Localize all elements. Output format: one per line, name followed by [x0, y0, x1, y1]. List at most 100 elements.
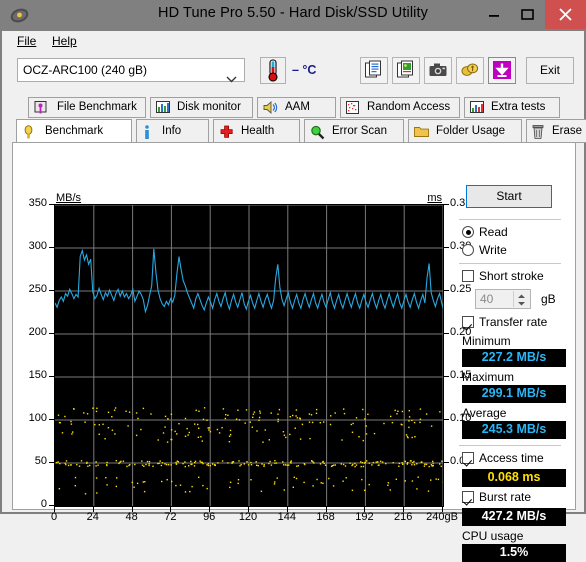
y-axis-tick: 50	[21, 455, 47, 467]
tab-aam[interactable]: AAM	[257, 97, 336, 118]
burst-rate-checkbox[interactable]: Burst rate	[462, 490, 531, 504]
y2-axis-tick-mark	[444, 290, 449, 291]
y-axis-tick: 200	[21, 326, 47, 338]
short-stroke-stepper[interactable]: 40	[475, 289, 531, 309]
access-time-checkbox[interactable]: Access time	[462, 451, 544, 465]
benchmark-icon	[22, 125, 35, 143]
burst-rate-label: Burst rate	[479, 490, 531, 504]
write-label: Write	[479, 243, 507, 257]
x-axis-tick: 168	[306, 511, 346, 523]
y-axis-tick: 300	[21, 240, 47, 252]
y-axis-unit: MB/s	[56, 192, 81, 204]
burst-rate-value: 427.2 MB/s	[462, 508, 566, 526]
cpu-usage-label: CPU usage	[462, 529, 523, 543]
radio-indicator	[462, 244, 474, 256]
tab-folder-usage[interactable]: Folder Usage	[408, 119, 522, 143]
random-access-icon	[346, 101, 359, 117]
tab-label: Erase	[552, 125, 582, 137]
drive-select-value: OCZ-ARC100 (240 gB)	[23, 63, 147, 77]
stepper-buttons[interactable]	[513, 291, 529, 307]
tab-label: Health	[241, 125, 274, 137]
chevron-down-icon	[226, 68, 237, 90]
x-axis-tick-mark	[132, 507, 133, 512]
y2-axis-tick-mark	[444, 462, 449, 463]
x-axis-tick: 120	[228, 511, 268, 523]
write-radio[interactable]: Write	[462, 243, 507, 257]
menu-help[interactable]: Help	[50, 34, 79, 48]
tab-strip: File Benchmark Disk monitor AAM Random A…	[12, 97, 576, 143]
save-icon[interactable]	[488, 57, 516, 84]
divider	[459, 445, 561, 446]
info-icon[interactable]	[456, 57, 484, 84]
y2-axis-tick-mark	[444, 204, 449, 205]
drive-select[interactable]: OCZ-ARC100 (240 gB)	[17, 58, 245, 82]
y-axis-tick-mark	[49, 290, 54, 291]
start-button[interactable]: Start	[466, 185, 552, 208]
x-axis-tick-mark	[170, 507, 171, 512]
y-axis-tick-mark	[49, 505, 54, 506]
read-label: Read	[479, 225, 508, 239]
y2-axis-tick-mark	[444, 333, 449, 334]
y-axis-tick: 0	[21, 498, 47, 510]
maximize-button[interactable]	[512, 0, 542, 29]
y-axis-tick: 250	[21, 283, 47, 295]
chart-canvas	[55, 205, 443, 506]
erase-icon	[532, 125, 544, 143]
x-axis-tick-mark	[209, 507, 210, 512]
y-axis-tick-mark	[49, 204, 54, 205]
tab-error-scan[interactable]: Error Scan	[304, 119, 404, 143]
cpu-usage-value: 1.5%	[462, 544, 566, 562]
y-axis-tick-mark	[49, 462, 54, 463]
benchmark-panel: MB/s ms 050100150200250300350 0.050.100.…	[12, 142, 576, 510]
close-button[interactable]	[545, 0, 586, 29]
x-axis-tick-mark	[287, 507, 288, 512]
maximum-label: Maximum	[462, 370, 514, 384]
checkbox-indicator	[462, 270, 474, 282]
y2-axis-tick-mark	[444, 376, 449, 377]
y2-axis-tick-mark	[444, 247, 449, 248]
x-axis-tick-mark	[248, 507, 249, 512]
screenshot-icon[interactable]	[424, 57, 452, 84]
copy-image-icon[interactable]	[392, 57, 420, 84]
short-stroke-checkbox[interactable]: Short stroke	[462, 269, 544, 283]
menu-file[interactable]: File	[15, 34, 38, 48]
short-stroke-unit: gB	[541, 292, 556, 306]
read-radio[interactable]: Read	[462, 225, 508, 239]
transfer-rate-checkbox[interactable]: Transfer rate	[462, 315, 547, 329]
x-axis-tick-mark	[93, 507, 94, 512]
tab-random-access[interactable]: Random Access	[340, 97, 460, 118]
average-label: Average	[462, 406, 506, 420]
file-benchmark-icon	[34, 101, 47, 118]
app-window: HD Tune Pro 5.50 - Hard Disk/SSD Utility…	[0, 0, 586, 514]
tab-extra-tests[interactable]: Extra tests	[464, 97, 560, 118]
tab-disk-monitor[interactable]: Disk monitor	[150, 97, 253, 118]
title-bar: HD Tune Pro 5.50 - Hard Disk/SSD Utility	[0, 0, 586, 31]
x-axis-tick: 96	[189, 511, 229, 523]
tab-label: Info	[162, 125, 181, 137]
transfer-rate-label: Transfer rate	[479, 315, 547, 329]
temperature-button[interactable]	[260, 57, 286, 84]
tab-file-benchmark[interactable]: File Benchmark	[28, 97, 146, 118]
y-axis-tick-mark	[49, 376, 54, 377]
y-axis-tick: 100	[21, 412, 47, 424]
minimum-value: 227.2 MB/s	[462, 349, 566, 367]
tab-info[interactable]: Info	[136, 119, 209, 143]
y-axis-tick-mark	[49, 333, 54, 334]
access-time-label: Access time	[479, 451, 544, 465]
x-axis-tick: 72	[150, 511, 190, 523]
health-icon	[219, 125, 234, 142]
exit-button[interactable]: Exit	[526, 57, 574, 84]
tab-label: File Benchmark	[57, 101, 137, 113]
tab-health[interactable]: Health	[213, 119, 300, 143]
tab-benchmark[interactable]: Benchmark	[16, 119, 132, 144]
menu-bar: File Help	[2, 31, 584, 53]
tab-label: Extra tests	[491, 101, 545, 113]
thermometer-icon	[261, 72, 285, 86]
folder-usage-icon	[414, 125, 429, 141]
x-axis-tick: 144	[267, 511, 307, 523]
info-tab-icon	[142, 125, 152, 143]
minimize-button[interactable]	[479, 0, 509, 29]
tab-label: AAM	[285, 101, 310, 113]
copy-text-icon[interactable]	[360, 57, 388, 84]
tab-erase[interactable]: Erase	[526, 119, 586, 143]
